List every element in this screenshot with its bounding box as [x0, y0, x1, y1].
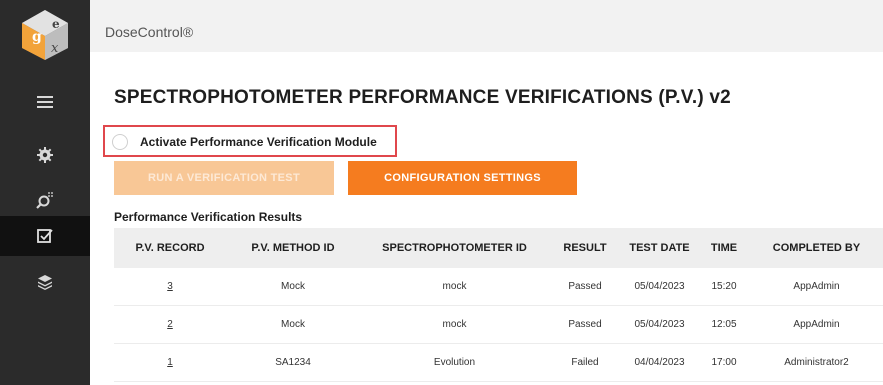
column-header-spectrophotometer-id[interactable]: SPECTROPHOTOMETER ID: [360, 228, 549, 268]
pv-record-link[interactable]: 3: [167, 281, 173, 292]
svg-text:x: x: [51, 41, 59, 56]
checkbox-icon: [37, 229, 53, 243]
page-title: SPECTROPHOTOMETER PERFORMANCE VERIFICATI…: [114, 87, 731, 108]
nav-settings[interactable]: [0, 135, 90, 175]
gear-icon: [37, 147, 53, 163]
column-header-pv-method-id[interactable]: P.V. METHOD ID: [226, 228, 360, 268]
nav-verifications[interactable]: [0, 216, 90, 256]
table-row: 3 Mock mock Passed 05/04/2023 15:20 AppA…: [114, 268, 883, 306]
sidebar: g e x: [0, 0, 90, 385]
method-id-cell: SA1234: [275, 357, 311, 368]
results-heading: Performance Verification Results: [114, 210, 303, 224]
column-header-time[interactable]: TIME: [698, 228, 750, 268]
table-row: 1 SA1234 Evolution Failed 04/04/2023 17:…: [114, 344, 883, 382]
column-header-completed-by[interactable]: COMPLETED BY: [750, 228, 883, 268]
method-id-cell: Mock: [281, 319, 305, 330]
svg-text:g: g: [32, 29, 42, 45]
table-row: 2 Mock mock Passed 05/04/2023 12:05 AppA…: [114, 306, 883, 344]
result-status: Passed: [568, 319, 602, 330]
app-name: DoseControl®: [105, 24, 194, 40]
result-status: Passed: [568, 281, 602, 292]
search-icon: [36, 192, 53, 209]
test-date-cell: 05/04/2023: [634, 319, 685, 330]
nav-search[interactable]: [0, 180, 90, 220]
pv-record-link[interactable]: 2: [167, 319, 173, 330]
completed-by-cell: AppAdmin: [793, 281, 840, 292]
time-cell: 17:00: [711, 357, 737, 368]
module-toggle-row: Activate Performance Verification Module: [103, 125, 397, 157]
spectrophotometer-id-cell: mock: [442, 281, 467, 292]
configuration-settings-button[interactable]: CONFIGURATION SETTINGS: [348, 161, 577, 195]
module-toggle[interactable]: [112, 134, 128, 150]
column-header-result[interactable]: RESULT: [549, 228, 621, 268]
module-toggle-label: Activate Performance Verification Module: [140, 135, 377, 149]
run-verification-test-button[interactable]: RUN A VERIFICATION TEST: [114, 161, 334, 195]
nav-menu[interactable]: [0, 82, 90, 122]
nav-layers[interactable]: [0, 262, 90, 302]
app-logo[interactable]: g e x: [18, 8, 72, 62]
svg-text:e: e: [52, 17, 60, 31]
column-header-test-date[interactable]: TEST DATE: [621, 228, 698, 268]
top-bar: DoseControl®: [90, 0, 883, 52]
layers-icon: [38, 275, 52, 290]
completed-by-cell: AppAdmin: [793, 319, 840, 330]
completed-by-cell: Administrator2: [784, 357, 849, 368]
time-cell: 12:05: [711, 319, 737, 330]
time-cell: 15:20: [711, 281, 737, 292]
spectrophotometer-id-cell: Evolution: [433, 357, 476, 368]
method-id-cell: Mock: [281, 281, 305, 292]
pv-record-link[interactable]: 1: [167, 357, 173, 368]
test-date-cell: 04/04/2023: [634, 357, 685, 368]
menu-icon: [37, 96, 53, 108]
test-date-cell: 05/04/2023: [634, 281, 685, 292]
result-status: Failed: [571, 357, 599, 368]
spectrophotometer-id-cell: mock: [442, 319, 467, 330]
table-header: P.V. RECORD P.V. METHOD ID SPECTROPHOTOM…: [114, 228, 883, 268]
column-header-pv-record[interactable]: P.V. RECORD: [114, 228, 226, 268]
